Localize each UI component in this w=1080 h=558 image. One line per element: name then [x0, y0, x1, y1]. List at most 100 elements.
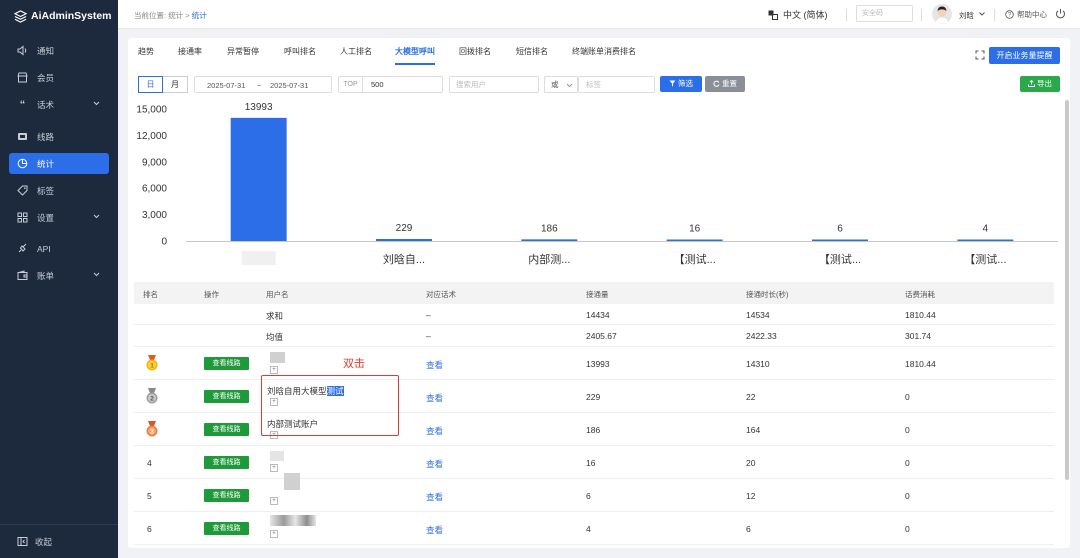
view-route-button[interactable]: 查看线路 [204, 423, 249, 436]
y-tick-label: 15,000 [136, 105, 167, 116]
sidebar-item-label: 标签 [37, 185, 55, 196]
quote-icon: “ [19, 98, 26, 111]
search-user-input[interactable]: 搜索用户 [449, 76, 539, 93]
date-range-picker[interactable]: 2025-07-31 ~ 2025-07-31 [194, 76, 332, 93]
bar-chart: 0 3,000 6,000 9,000 12,000 15,000 13993 229 刘晗自.… [128, 100, 1058, 276]
view-script-link[interactable]: 查看 [426, 425, 443, 437]
x-tick-label: 刘晗自... [383, 252, 425, 266]
tab-callback-rank[interactable]: 回拨排名 [459, 46, 491, 57]
date-separator: ~ [257, 81, 262, 90]
cost-cell: 0 [905, 425, 910, 435]
sidebar-item-member[interactable]: 会员 [9, 67, 109, 88]
view-route-button[interactable]: 查看线路 [204, 357, 249, 370]
annotation-box [261, 375, 399, 436]
sidebar-item-tag[interactable]: 标签 [9, 180, 109, 201]
chevron-down-icon [566, 83, 573, 88]
summary-cost: 301.74 [905, 331, 931, 341]
sidebar: AiAdminSystem 通知 会员 “ 话术 线路 统计 标签 设置 API… [0, 0, 118, 558]
view-script-link[interactable]: 查看 [426, 524, 443, 536]
sidebar-item-route[interactable]: 线路 [9, 126, 109, 147]
tag-input[interactable]: 标签 [578, 76, 655, 93]
sidebar-item-bill[interactable]: 账单 [9, 265, 109, 286]
api-icon [17, 243, 28, 254]
sidebar-item-label: 设置 [37, 212, 55, 223]
expand-toggle[interactable]: + [270, 366, 278, 374]
month-button[interactable]: 月 [163, 76, 188, 93]
business-remind-button[interactable]: 开启业务量提醒 [989, 47, 1060, 64]
security-code-input[interactable]: 安全码 [856, 5, 913, 22]
tab-connect-rate[interactable]: 接通率 [178, 46, 202, 57]
tab-manual-rank[interactable]: 人工排名 [340, 46, 372, 57]
tab-call-rank[interactable]: 呼叫排名 [284, 46, 316, 57]
tab-abnormal-pause[interactable]: 异常暂停 [227, 46, 259, 57]
fullscreen-icon[interactable] [975, 50, 985, 60]
view-script-link[interactable]: 查看 [426, 359, 443, 371]
brand: AiAdminSystem [0, 0, 118, 32]
column-header-username: 用户名 [266, 290, 289, 299]
summary-label: 求和 [266, 311, 284, 321]
bar [812, 239, 868, 241]
help-center-link[interactable]: ? 帮助中心 [1005, 9, 1047, 20]
chevron-down-icon [93, 214, 100, 219]
scrollbar[interactable] [1065, 100, 1069, 480]
top-label: TOP [339, 77, 363, 92]
x-tick-label: 【测试... [964, 253, 1006, 266]
view-route-button[interactable]: 查看线路 [204, 489, 249, 502]
tab-llm-call[interactable]: 大模型呼叫 [395, 46, 435, 57]
chevron-down-icon[interactable] [978, 10, 986, 18]
cost-cell: 0 [905, 458, 910, 468]
reset-button[interactable]: 重置 [705, 76, 745, 92]
top-n-input[interactable]: TOP 500 [338, 76, 443, 93]
data-label: 13993 [245, 102, 273, 113]
sidebar-item-label: 线路 [37, 131, 55, 142]
power-icon[interactable] [1055, 8, 1066, 19]
sidebar-item-api[interactable]: API [9, 238, 109, 259]
redacted-username [270, 352, 285, 363]
x-tick-label: 内部测... [528, 252, 570, 266]
tab-trend[interactable]: 趋势 [138, 46, 154, 57]
view-script-link[interactable]: 查看 [426, 491, 443, 503]
medal-rank: 2 [150, 396, 154, 403]
sidebar-item-settings[interactable]: 设置 [9, 207, 109, 228]
language-switcher[interactable]: 中文 (简体) [768, 8, 828, 21]
divider [846, 9, 847, 21]
sidebar-item-script[interactable]: “ 话术 [9, 94, 109, 115]
tab-terminal-bill-rank[interactable]: 终端账单消费排名 [572, 46, 636, 57]
collapse-sidebar-button[interactable]: 收起 [0, 524, 118, 558]
sidebar-item-notify[interactable]: 通知 [9, 40, 109, 61]
grid-icon [17, 212, 28, 223]
cost-cell: 0 [905, 491, 910, 501]
day-button[interactable]: 日 [138, 76, 163, 93]
breadcrumb-current: 统计 [191, 11, 207, 20]
tab-sms-rank[interactable]: 短信排名 [516, 46, 548, 57]
expand-toggle[interactable]: + [270, 464, 278, 472]
expand-toggle[interactable]: + [270, 497, 278, 505]
column-header-duration: 接通时长(秒) [746, 290, 789, 299]
username[interactable]: 刘晗 [959, 10, 974, 21]
filter-button[interactable]: 筛选 [660, 76, 702, 92]
y-tick-label: 12,000 [136, 131, 167, 142]
logic-select[interactable]: 或 [544, 76, 578, 93]
logic-value: 或 [551, 80, 559, 89]
bar [957, 239, 1014, 241]
view-script-link[interactable]: 查看 [426, 392, 443, 404]
annotation-text: 双击 [343, 358, 365, 370]
bar [376, 238, 432, 241]
view-route-button[interactable]: 查看线路 [204, 522, 249, 535]
bronze-medal-icon: 3 [146, 421, 158, 437]
breadcrumb-root[interactable]: 统计 [168, 11, 183, 20]
view-script-link[interactable]: 查看 [426, 458, 443, 470]
pie-chart-icon [17, 158, 28, 169]
summary-cost: 1810.44 [905, 310, 936, 320]
sidebar-item-stats[interactable]: 统计 [9, 153, 109, 174]
avatar[interactable] [932, 4, 952, 24]
sidebar-item-label: 会员 [37, 72, 55, 83]
expand-toggle[interactable]: + [270, 530, 278, 538]
export-button[interactable]: 导出 [1020, 76, 1060, 92]
view-route-button[interactable]: 查看线路 [204, 456, 249, 469]
duration-cell: 14310 [746, 359, 770, 369]
connected-cell: 229 [586, 392, 601, 402]
view-route-button[interactable]: 查看线路 [204, 390, 249, 403]
sidebar-item-label: API [37, 243, 51, 254]
layers-logo-icon [14, 9, 27, 23]
